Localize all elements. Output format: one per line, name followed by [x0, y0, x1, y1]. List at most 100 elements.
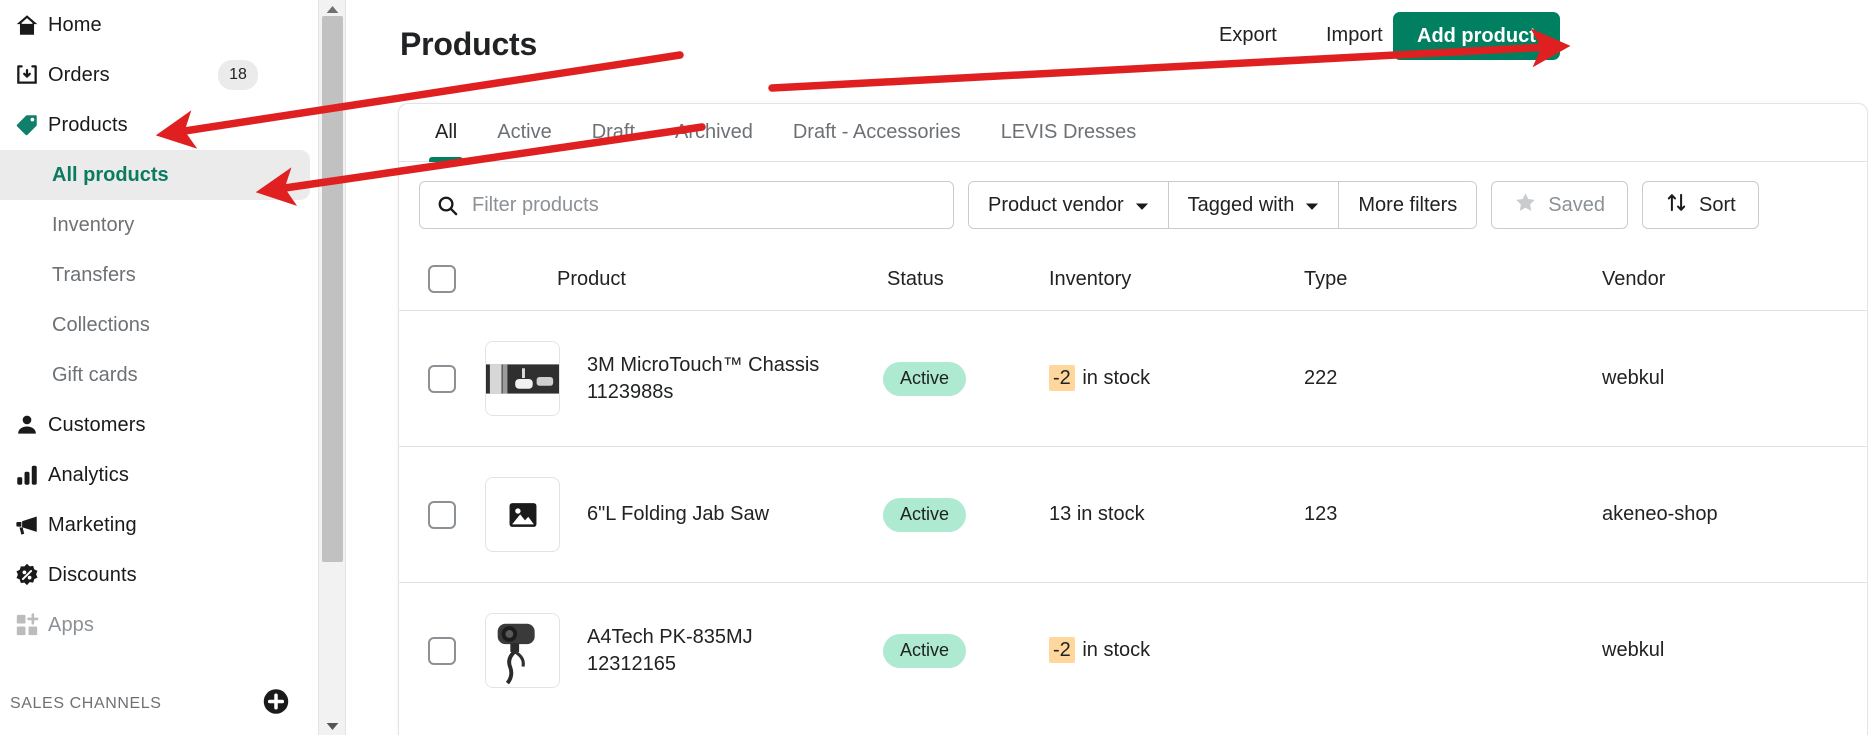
search-field-wrapper[interactable]: [419, 181, 954, 229]
row-checkbox[interactable]: [428, 364, 456, 393]
tab-levis-dresses[interactable]: LEVIS Dresses: [981, 104, 1157, 162]
more-filters-button[interactable]: More filters: [1338, 182, 1477, 228]
add-product-button[interactable]: Add product: [1393, 12, 1560, 60]
sidebar-item-collections[interactable]: Collections: [0, 300, 318, 350]
type-cell: 123: [1304, 503, 1338, 525]
analytics-bars-icon: [14, 460, 48, 490]
sort-arrows-icon: [1665, 191, 1688, 220]
inventory-cell: 13 in stock: [1030, 503, 1250, 526]
products-card: All Active Draft Archived Draft - Access…: [398, 103, 1868, 735]
sidebar-item-inventory[interactable]: Inventory: [0, 200, 318, 250]
sidebar-item-home[interactable]: Home: [0, 0, 318, 50]
marketing-megaphone-icon: [14, 510, 48, 540]
sales-channels-label: SALES CHANNELS: [10, 695, 162, 712]
home-icon: [14, 10, 48, 40]
vendor-cell: akeneo-shop: [1602, 503, 1718, 525]
tab-label: Active: [497, 121, 552, 143]
caret-down-icon[interactable]: [319, 717, 345, 735]
sales-channels-section: SALES CHANNELS: [0, 673, 318, 735]
filter-dropdown-group: Product vendor Tagged with More filters: [968, 181, 1478, 229]
chevron-down-icon: [1135, 194, 1149, 217]
row-checkbox[interactable]: [428, 500, 456, 529]
sidebar-item-label: Analytics: [48, 463, 129, 486]
tab-label: All: [435, 121, 458, 143]
sidebar-item-discounts[interactable]: Discounts: [0, 550, 318, 600]
tab-draft[interactable]: Draft: [572, 104, 655, 162]
table-row[interactable]: 6"L Folding Jab Saw Active 13 in stock 1…: [399, 446, 1867, 582]
tab-archived[interactable]: Archived: [655, 104, 773, 162]
import-button[interactable]: Import: [1326, 24, 1383, 47]
sidebar-item-label: Marketing: [48, 513, 137, 536]
sidebar-item-analytics[interactable]: Analytics: [0, 450, 318, 500]
product-cell: 3M MicroTouch™ Chassis 1123988s: [485, 341, 865, 416]
product-name: 6"L Folding Jab Saw: [587, 503, 770, 526]
product-name: 3M MicroTouch™ Chassis 1123988s: [587, 354, 820, 403]
chevron-down-icon: [1305, 194, 1319, 217]
inventory-cell: -2 in stock: [1030, 365, 1250, 391]
type-cell: 222: [1304, 367, 1338, 389]
app-root: Home Orders 18 Products All products Inv…: [0, 0, 1868, 735]
products-table: Product Status Inventory Type Vendor 3M …: [399, 248, 1867, 718]
column-header-product: Product: [557, 267, 626, 290]
product-name: A4Tech PK-835MJ 12312165: [587, 626, 753, 675]
status-badge: Active: [883, 633, 967, 668]
sidebar-item-orders[interactable]: Orders 18: [0, 50, 318, 100]
tab-active[interactable]: Active: [477, 104, 571, 162]
sidebar-item-transfers[interactable]: Transfers: [0, 250, 318, 300]
apps-grid-plus-icon: [14, 610, 48, 640]
row-checkbox[interactable]: [428, 636, 456, 665]
sidebar-item-products[interactable]: Products: [0, 100, 318, 150]
customer-person-icon: [14, 410, 48, 440]
search-icon: [436, 194, 466, 217]
sidebar-scrollbar[interactable]: [318, 0, 346, 735]
filter-label: Tagged with: [1187, 193, 1295, 216]
product-status-tabs: All Active Draft Archived Draft - Access…: [399, 104, 1867, 162]
product-tag-icon: [14, 110, 48, 140]
page-title: Products: [400, 26, 538, 62]
tab-draft-accessories[interactable]: Draft - Accessories: [773, 104, 981, 162]
sidebar-item-label: Products: [48, 113, 128, 136]
status-cell: Active: [865, 633, 1030, 668]
search-input[interactable]: [466, 193, 953, 217]
tab-label: LEVIS Dresses: [1000, 121, 1137, 143]
inventory-cell: -2 in stock: [1030, 637, 1250, 663]
table-row[interactable]: 3M MicroTouch™ Chassis 1123988s Active -…: [399, 310, 1867, 446]
sidebar-item-label: Apps: [48, 613, 94, 636]
product-vendor-filter[interactable]: Product vendor: [969, 182, 1168, 228]
select-all-checkbox[interactable]: [428, 265, 456, 293]
sidebar-item-all-products[interactable]: All products: [0, 150, 310, 200]
status-cell: Active: [865, 497, 1030, 532]
sidebar-subitem-label: Collections: [52, 313, 150, 336]
scrollbar-thumb[interactable]: [322, 16, 343, 562]
sidebar-item-customers[interactable]: Customers: [0, 400, 318, 450]
orders-inbox-icon: [14, 60, 48, 90]
filter-toolbar: Product vendor Tagged with More filters: [399, 162, 1867, 248]
sidebar-item-label: Home: [48, 13, 102, 36]
tagged-with-filter[interactable]: Tagged with: [1167, 182, 1339, 228]
column-header-inventory: Inventory: [1049, 267, 1132, 290]
vendor-cell: webkul: [1602, 639, 1665, 661]
sidebar-item-marketing[interactable]: Marketing: [0, 500, 318, 550]
main-content: Products Export Import Add product All A…: [347, 0, 1868, 735]
product-cell: 6"L Folding Jab Saw: [485, 477, 865, 552]
saved-button[interactable]: Saved: [1491, 181, 1629, 229]
sidebar-item-gift-cards[interactable]: Gift cards: [0, 350, 318, 400]
sidebar-item-apps[interactable]: Apps: [0, 600, 318, 650]
inventory-suffix: in stock: [1082, 367, 1151, 389]
status-badge: Active: [883, 361, 967, 396]
column-header-status: Status: [887, 267, 944, 290]
inventory-suffix: in stock: [1082, 639, 1151, 661]
filter-label: Product vendor: [988, 193, 1124, 216]
product-thumbnail: [485, 341, 560, 416]
plus-circle-icon[interactable]: [262, 688, 290, 721]
star-icon: [1514, 191, 1537, 220]
tab-all[interactable]: All: [415, 104, 477, 162]
column-header-vendor: Vendor: [1602, 267, 1666, 290]
export-button[interactable]: Export: [1219, 24, 1277, 47]
sidebar-item-label: Discounts: [48, 563, 137, 586]
inventory-count: -2: [1049, 637, 1075, 663]
saved-label: Saved: [1548, 193, 1606, 216]
inventory-count: -2: [1049, 365, 1075, 391]
sort-button[interactable]: Sort: [1642, 181, 1759, 229]
table-row[interactable]: A4Tech PK-835MJ 12312165 Active -2 in st…: [399, 582, 1867, 718]
